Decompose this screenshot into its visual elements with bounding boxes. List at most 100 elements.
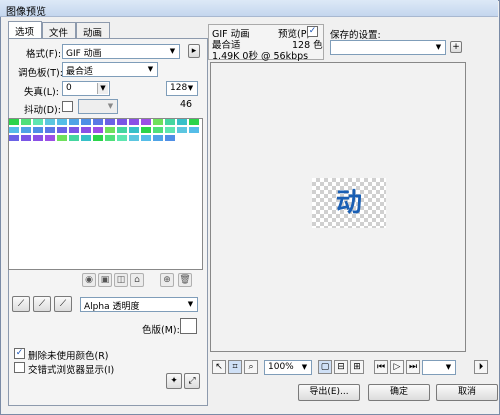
palette-swatch[interactable] xyxy=(45,135,56,142)
plus-icon: + xyxy=(452,42,460,52)
tab-options-label: 选项 xyxy=(15,27,35,38)
lock-icon[interactable]: ⌂ xyxy=(130,273,144,287)
remove-unused-checkbox[interactable]: ✓ xyxy=(14,348,25,359)
palette-swatch[interactable] xyxy=(93,135,104,142)
palette-swatch[interactable] xyxy=(33,127,44,134)
palette-swatch[interactable] xyxy=(129,135,140,142)
palette-swatch[interactable] xyxy=(93,127,104,134)
palette-swatch[interactable] xyxy=(153,135,164,142)
transparency-select-value: Alpha 透明度 xyxy=(84,302,140,312)
zoom-tool-icon[interactable]: ⌕ xyxy=(244,360,258,374)
play-icon[interactable]: ▷ xyxy=(390,360,404,374)
palette-swatch[interactable] xyxy=(45,127,56,134)
matte-color-swatch[interactable] xyxy=(180,318,197,334)
palette-swatch[interactable] xyxy=(81,119,92,126)
eyedropper-icon[interactable]: ⟋ xyxy=(12,296,30,312)
colors-select[interactable]: 128 ▼ xyxy=(166,81,198,96)
palette-swatch[interactable] xyxy=(105,119,116,126)
palette-swatch[interactable] xyxy=(165,135,176,142)
palette-swatch[interactable] xyxy=(153,119,164,126)
loss-input[interactable]: 0 ▼ xyxy=(62,81,110,96)
eyedropper-remove-icon[interactable]: ⟋ xyxy=(54,296,72,312)
palette-swatch[interactable] xyxy=(165,119,176,126)
palette-swatch[interactable] xyxy=(33,119,44,126)
first-frame-icon[interactable]: ⏮ xyxy=(374,360,388,374)
ok-button[interactable]: 确定 xyxy=(368,384,430,401)
palette-swatch[interactable] xyxy=(93,119,104,126)
palette-swatch[interactable] xyxy=(105,135,116,142)
palette-swatch[interactable] xyxy=(129,127,140,134)
palette-swatch[interactable] xyxy=(33,135,44,142)
matte-label: 色版(M): xyxy=(142,325,180,336)
palette-swatch[interactable] xyxy=(141,135,152,142)
palette-swatch[interactable] xyxy=(189,127,200,134)
transparency-select[interactable]: Alpha 透明度 ▼ xyxy=(80,297,198,312)
chevron-down-icon: ▼ xyxy=(187,84,194,92)
optimize-size-icon[interactable]: ⤢ xyxy=(184,373,200,389)
palette-swatch[interactable] xyxy=(81,127,92,134)
palette-swatch[interactable] xyxy=(69,127,80,134)
dither-label: 抖动(D): xyxy=(24,105,61,116)
palette-swatch[interactable] xyxy=(57,119,68,126)
palette-swatch[interactable] xyxy=(81,135,92,142)
tab-animation[interactable]: 动画 xyxy=(76,22,110,39)
add-color-icon[interactable]: ⊕ xyxy=(160,273,174,287)
snap-web-icon[interactable]: ▣ xyxy=(98,273,112,287)
color-palette-grid[interactable] xyxy=(8,118,203,270)
cube-icon[interactable]: ◫ xyxy=(114,273,128,287)
palette-swatch[interactable] xyxy=(57,127,68,134)
palette-swatch[interactable] xyxy=(117,119,128,126)
palette-swatch[interactable] xyxy=(177,127,188,134)
palette-swatch[interactable] xyxy=(165,127,176,134)
palette-select[interactable]: 最合适 ▼ xyxy=(62,62,158,77)
frame-select[interactable]: ▼ xyxy=(422,360,456,375)
palette-swatch[interactable] xyxy=(153,127,164,134)
preview-checkbox[interactable]: ✓ xyxy=(307,26,318,37)
palette-swatch[interactable] xyxy=(45,119,56,126)
palette-swatch[interactable] xyxy=(21,119,32,126)
palette-swatch[interactable] xyxy=(21,127,32,134)
trash-icon[interactable]: 🗑 xyxy=(178,273,192,287)
pointer-tool-icon[interactable]: ↖ xyxy=(212,360,226,374)
format-label: 格式(F): xyxy=(26,49,62,60)
next-frame-icon[interactable]: ⏭ xyxy=(406,360,420,374)
interlace-label: 交错式浏览器显示(I) xyxy=(28,365,115,376)
single-view-icon[interactable]: ▢ xyxy=(318,360,332,374)
format-select[interactable]: GIF 动画 ▼ xyxy=(62,44,180,59)
export-button[interactable]: 导出(E)... xyxy=(298,384,360,401)
cancel-button[interactable]: 取消 xyxy=(436,384,498,401)
palette-swatch[interactable] xyxy=(105,127,116,134)
eyedropper-add-icon[interactable]: ⟋ xyxy=(33,296,51,312)
color-wheel-icon[interactable]: ◉ xyxy=(82,273,96,287)
magic-wand-icon[interactable]: ✦ xyxy=(166,373,182,389)
palette-swatch[interactable] xyxy=(141,127,152,134)
palette-swatch[interactable] xyxy=(57,135,68,142)
palette-swatch[interactable] xyxy=(129,119,140,126)
play-animation-icon[interactable]: ⏵ xyxy=(474,360,488,374)
palette-swatch[interactable] xyxy=(69,135,80,142)
four-up-view-icon[interactable]: ⊞ xyxy=(350,360,364,374)
palette-swatch[interactable] xyxy=(117,127,128,134)
palette-swatch[interactable] xyxy=(9,127,20,134)
palette-swatch[interactable] xyxy=(9,135,20,142)
two-up-view-icon[interactable]: ⊟ xyxy=(334,360,348,374)
palette-swatch[interactable] xyxy=(21,135,32,142)
title-bar: 图像预览 xyxy=(0,0,498,18)
zoom-select[interactable]: 100% ▼ xyxy=(264,360,312,375)
palette-swatch[interactable] xyxy=(9,119,20,126)
palette-swatch[interactable] xyxy=(189,119,200,126)
dither-checkbox[interactable] xyxy=(62,101,73,112)
palette-swatch[interactable] xyxy=(177,119,188,126)
format-options-button[interactable]: ▸ xyxy=(188,44,200,58)
dither-amount-select[interactable]: ▼ xyxy=(78,99,118,114)
palette-swatch[interactable] xyxy=(69,119,80,126)
chevron-down-icon: ▼ xyxy=(187,300,194,308)
tab-file[interactable]: 文件 xyxy=(42,22,76,39)
palette-swatch[interactable] xyxy=(117,135,128,142)
palette-swatch[interactable] xyxy=(141,119,152,126)
interlace-checkbox[interactable] xyxy=(14,362,25,373)
loss-input-value: 0 xyxy=(66,83,72,93)
add-setting-button[interactable]: + xyxy=(450,41,462,53)
crop-tool-icon[interactable]: ⌗ xyxy=(228,360,242,374)
saved-settings-select[interactable]: ▼ xyxy=(330,40,446,55)
